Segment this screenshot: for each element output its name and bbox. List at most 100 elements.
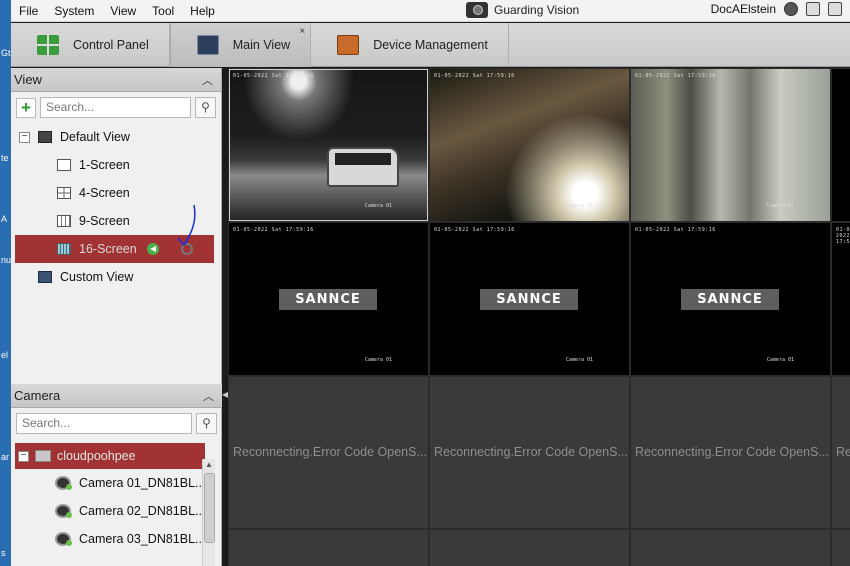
search-icon[interactable]: ⚲ bbox=[195, 97, 216, 118]
layout-4-icon bbox=[57, 187, 71, 199]
collapse-toggle[interactable]: − bbox=[18, 450, 29, 462]
camera-icon bbox=[55, 504, 72, 518]
tile-camera-label: Camera 01 bbox=[766, 357, 794, 363]
camera-search-input[interactable]: Search... bbox=[16, 413, 192, 434]
tab-main-view[interactable]: Main View × bbox=[169, 23, 312, 67]
tree-label: 9-Screen bbox=[79, 214, 130, 228]
camera-icon bbox=[55, 532, 72, 546]
collapse-toggle[interactable]: − bbox=[19, 131, 30, 143]
device-management-icon bbox=[337, 35, 360, 55]
cpu-icon[interactable] bbox=[806, 2, 820, 16]
tab-device-management[interactable]: Device Management bbox=[311, 23, 509, 67]
video-tile-11[interactable]: Reconnecting.Error Code OpenS... bbox=[631, 377, 830, 528]
brand-logo: SANNCE bbox=[279, 289, 377, 310]
video-tile-5[interactable]: 01-05-2022 Sat 17:59:16 SANNCE Camera 01 bbox=[229, 223, 428, 375]
camera-item[interactable]: Camera 01_DN81BL... bbox=[11, 469, 222, 497]
desktop-label: s bbox=[1, 548, 6, 558]
video-tile-15[interactable] bbox=[631, 530, 830, 566]
app-brand: Guarding Vision bbox=[466, 2, 579, 18]
control-panel-icon bbox=[37, 35, 59, 55]
tree-label: Default View bbox=[60, 130, 130, 144]
globe-icon[interactable] bbox=[784, 2, 798, 16]
video-tile-6[interactable]: 01-05-2022 Sat 17:59:16 SANNCE Camera 01 bbox=[430, 223, 629, 375]
tile-timestamp: 01-05-2022 Sat 17:59:16 bbox=[635, 73, 716, 79]
app-title: Guarding Vision bbox=[494, 3, 580, 17]
search-icon[interactable]: ⚲ bbox=[196, 413, 217, 434]
scroll-up-icon[interactable]: ▲ bbox=[203, 459, 215, 471]
video-grid: 01-05-2022 Sat 17:59:16 Camera 01 01-05-… bbox=[228, 68, 850, 566]
tab-control-panel[interactable]: Control Panel bbox=[11, 23, 170, 67]
video-tile-14[interactable] bbox=[430, 530, 629, 566]
view-section-header[interactable]: View ︿ bbox=[11, 68, 221, 92]
chevron-up-icon[interactable]: ︿ bbox=[202, 72, 213, 88]
video-tile-4[interactable] bbox=[832, 69, 850, 221]
chevron-up-icon[interactable]: ︿ bbox=[203, 388, 214, 404]
error-message: Reconnecting.Error Code OpenS... bbox=[229, 377, 428, 528]
main-view-icon bbox=[196, 35, 219, 55]
tab-label: Main View bbox=[232, 38, 291, 52]
menu-help[interactable]: Help bbox=[182, 4, 223, 18]
tree-item-1-screen[interactable]: 1-Screen bbox=[11, 151, 221, 179]
annotation-arrow bbox=[177, 204, 196, 247]
view-group-icon bbox=[38, 131, 52, 143]
camera-scrollbar[interactable]: ▲ bbox=[202, 459, 215, 566]
layout-9-icon bbox=[57, 215, 71, 227]
tab-label: Device Management bbox=[373, 38, 488, 52]
menu-view[interactable]: View bbox=[102, 4, 144, 18]
tree-item-default-view[interactable]: − Default View bbox=[11, 123, 221, 151]
desktop-label: nu bbox=[1, 255, 11, 265]
close-icon[interactable]: × bbox=[299, 26, 305, 37]
desktop-label: ar bbox=[1, 452, 10, 462]
main-tab-bar: Control Panel Main View × Device Managem… bbox=[11, 23, 850, 67]
menu-system[interactable]: System bbox=[46, 4, 102, 18]
user-name[interactable]: DocAElstein bbox=[711, 2, 776, 16]
video-tile-7[interactable]: 01-05-2022 Sat 17:59:16 SANNCE Camera 01 bbox=[631, 223, 830, 375]
video-tile-10[interactable]: Reconnecting.Error Code OpenS... bbox=[430, 377, 629, 528]
tile-camera-label: Camera 01 bbox=[364, 357, 392, 363]
video-tile-9[interactable]: Reconnecting.Error Code OpenS... bbox=[229, 377, 428, 528]
video-tile-8[interactable]: 01-05-2022 Sat 17:59:16 bbox=[832, 223, 850, 375]
view-search-input[interactable]: Search... bbox=[40, 97, 191, 118]
layout-16-icon bbox=[57, 243, 71, 255]
video-tile-1[interactable]: 01-05-2022 Sat 17:59:16 Camera 01 bbox=[229, 69, 428, 221]
folder-icon bbox=[35, 450, 51, 462]
camera-section-header[interactable]: Camera ︿ bbox=[11, 384, 222, 408]
group-label: cloudpoohpee bbox=[57, 449, 136, 463]
scroll-thumb[interactable] bbox=[204, 473, 215, 543]
tree-label: 4-Screen bbox=[79, 186, 130, 200]
tile-timestamp: 01-05-2022 Sat 17:59:16 bbox=[836, 227, 850, 245]
camera-item[interactable]: Camera 02_DN81BL... bbox=[11, 497, 222, 525]
left-panel: View ︿ + Search... ⚲ − Default View 1-Sc… bbox=[11, 68, 222, 566]
tile-timestamp: 01-05-2022 Sat 17:59:16 bbox=[635, 227, 716, 233]
camera-section-title: Camera bbox=[14, 388, 61, 403]
camera-group-cloudpoohpee[interactable]: − cloudpoohpee bbox=[15, 443, 205, 469]
video-tile-16[interactable] bbox=[832, 530, 850, 566]
tile-timestamp: 01-05-2022 Sat 17:59:16 bbox=[233, 73, 314, 79]
video-tile-13[interactable] bbox=[229, 530, 428, 566]
app-logo-icon bbox=[466, 2, 488, 18]
camera-section: Camera ︿ Search... ⚲ − cloudpoohpee Came… bbox=[11, 384, 222, 553]
camera-item[interactable]: Camera 03_DN81BL... bbox=[11, 525, 222, 553]
menu-bar: File System View Tool Help Guarding Visi… bbox=[11, 0, 850, 22]
tile-timestamp: 01-05-2022 Sat 17:59:16 bbox=[434, 73, 515, 79]
error-message: Reconnecting.Error Code OpenS... bbox=[430, 377, 629, 528]
tile-camera-label: Camera 01 bbox=[565, 203, 593, 209]
play-icon[interactable] bbox=[146, 243, 159, 255]
video-tile-3[interactable]: 01-05-2022 Sat 17:59:16 Camera 01 bbox=[631, 69, 830, 221]
desktop-label: el bbox=[1, 350, 9, 360]
video-tile-12[interactable]: Re bbox=[832, 377, 850, 528]
lock-icon[interactable] bbox=[828, 2, 842, 16]
menu-tool[interactable]: Tool bbox=[144, 4, 182, 18]
desktop-label: A bbox=[1, 214, 8, 224]
camera-label: Camera 02_DN81BL... bbox=[79, 504, 206, 518]
camera-label: Camera 03_DN81BL... bbox=[79, 532, 206, 546]
add-view-button[interactable]: + bbox=[16, 97, 36, 118]
tree-label: 16-Screen bbox=[79, 242, 137, 256]
camera-search-row: Search... ⚲ bbox=[11, 408, 222, 439]
error-message: Reconnecting.Error Code OpenS... bbox=[631, 377, 830, 528]
menu-file[interactable]: File bbox=[11, 4, 46, 18]
tree-item-custom-view[interactable]: Custom View bbox=[11, 263, 221, 291]
video-tile-2[interactable]: 01-05-2022 Sat 17:59:16 Camera 01 bbox=[430, 69, 629, 221]
camera-icon bbox=[55, 476, 72, 490]
tile-timestamp: 01-05-2022 Sat 17:59:16 bbox=[233, 227, 314, 233]
